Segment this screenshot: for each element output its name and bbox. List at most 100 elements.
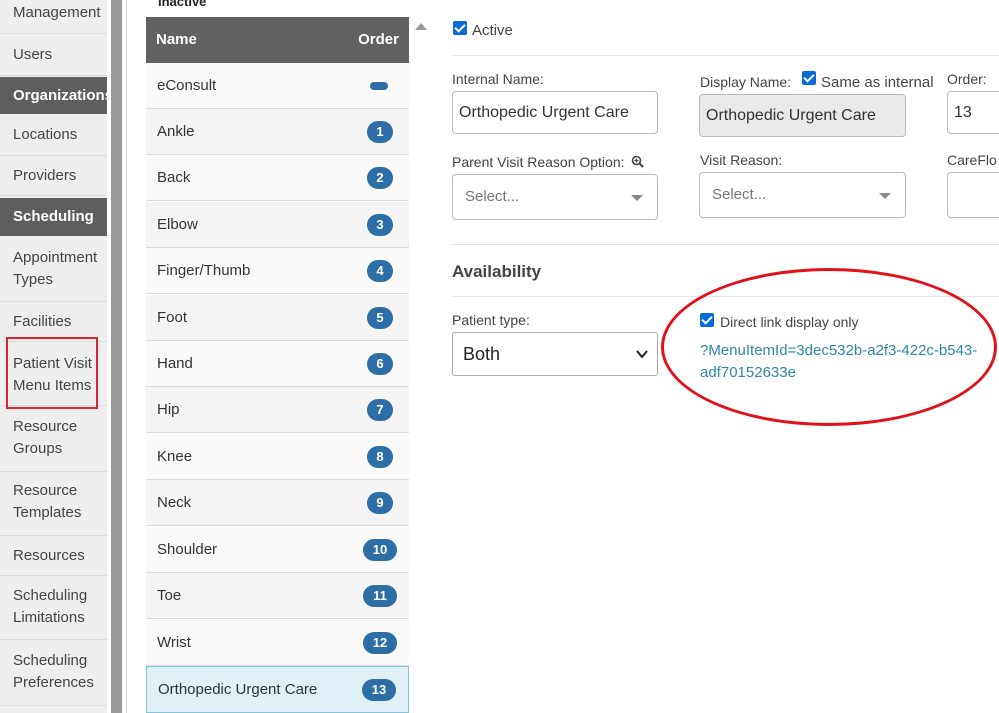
order-input[interactable]: 13	[947, 91, 999, 134]
order-badge: 11	[363, 585, 397, 607]
nav-label: Scheduling Limitations	[13, 587, 88, 626]
order-label: Order:	[947, 71, 987, 87]
nav-item-appointment-types[interactable]: Appointment Types	[0, 236, 107, 302]
internal-name-label: Internal Name:	[452, 71, 544, 87]
nav-label: Providers	[13, 167, 77, 184]
inactive-label: Inactive	[158, 0, 207, 9]
active-checkbox[interactable]	[453, 21, 467, 35]
list-item[interactable]: Hip 7	[146, 387, 409, 433]
parent-visit-reason-label: Parent Visit Reason Option:	[452, 154, 645, 170]
order-badge: 8	[367, 446, 393, 468]
nav-item-management[interactable]: Management	[0, 0, 107, 34]
nav-label: Facilities	[13, 313, 72, 330]
chevron-down-icon	[631, 195, 643, 201]
list-item[interactable]: Elbow 3	[146, 202, 409, 248]
item-name: Orthopedic Urgent Care	[158, 681, 318, 698]
order-badge: 5	[367, 307, 393, 329]
list-item[interactable]: Back 2	[146, 155, 409, 201]
patient-type-select[interactable]: Both	[452, 332, 658, 376]
item-name: Ankle	[157, 123, 195, 140]
item-name: Back	[157, 169, 191, 186]
internal-name-input[interactable]: Orthopedic Urgent Care	[452, 91, 658, 134]
panel-splitter[interactable]	[111, 0, 122, 713]
careflow-select[interactable]	[947, 172, 999, 218]
nav-item-locations[interactable]: Locations	[0, 114, 107, 156]
item-name: Toe	[157, 587, 182, 604]
select-placeholder: Select...	[465, 188, 520, 205]
order-badge: 13	[362, 679, 396, 701]
order-badge: 3	[367, 214, 393, 236]
list-item[interactable]: Ankle 1	[146, 109, 409, 155]
nav-item-scheduling-limitations[interactable]: Scheduling Limitations	[0, 576, 107, 640]
divider	[452, 55, 999, 56]
careflow-label: CareFlo	[947, 152, 997, 168]
list-header: Name Order	[146, 17, 409, 63]
list-item-selected[interactable]: Orthopedic Urgent Care 13	[146, 666, 409, 713]
nav-label: Scheduling Preferences	[13, 652, 94, 691]
list-item[interactable]: Neck 9	[146, 480, 409, 526]
order-badge: 10	[363, 539, 397, 561]
item-name: eConsult	[157, 77, 217, 94]
item-name: Knee	[157, 448, 193, 465]
nav-section-label: Scheduling	[13, 208, 94, 225]
nav-label: Resource Groups	[13, 418, 78, 457]
order-badge: 4	[367, 260, 393, 282]
same-as-internal-checkbox[interactable]	[802, 71, 816, 85]
chevron-down-icon	[636, 350, 648, 359]
nav-item-providers[interactable]: Providers	[0, 156, 107, 196]
item-name: Hand	[157, 355, 193, 372]
select-placeholder: Select...	[712, 186, 767, 203]
item-name: Shoulder	[157, 541, 218, 558]
nav-label: Users	[13, 46, 53, 63]
availability-heading: Availability	[452, 262, 542, 281]
list-item[interactable]: Toe 11	[146, 573, 409, 619]
item-name: Wrist	[157, 634, 191, 651]
parent-visit-reason-select[interactable]: Select...	[452, 174, 658, 220]
zoom-icon[interactable]	[631, 155, 645, 168]
column-header-name[interactable]: Name	[156, 31, 197, 48]
active-label: Active	[472, 22, 513, 39]
list-item[interactable]: Foot 5	[146, 295, 409, 341]
nav-item-resource-templates[interactable]: Resource Templates	[0, 472, 107, 536]
nav-label: Appointment Types	[13, 249, 98, 288]
annotation-ellipse	[661, 268, 997, 426]
order-badge: 2	[367, 167, 393, 189]
column-header-order[interactable]: Order	[358, 31, 399, 48]
item-name: Neck	[157, 494, 192, 511]
item-name: Finger/Thumb	[157, 262, 251, 279]
visit-reason-select[interactable]: Select...	[699, 172, 906, 218]
order-badge: 6	[367, 353, 393, 375]
patient-type-value: Both	[463, 344, 501, 364]
nav-section-label: Organizations	[13, 87, 114, 104]
nav-item-scheduling-preferences[interactable]: Scheduling Preferences	[0, 640, 107, 706]
nav-item-users[interactable]: Users	[0, 34, 107, 76]
order-badge: 1	[367, 121, 393, 143]
list-item[interactable]: Shoulder 10	[146, 527, 409, 573]
divider	[452, 244, 999, 245]
display-name-label: Display Name:	[700, 74, 792, 90]
chevron-down-icon	[879, 193, 891, 199]
nav-label: Resources	[13, 547, 85, 564]
item-name: Elbow	[157, 216, 198, 233]
list-item[interactable]: Knee 8	[146, 434, 409, 480]
left-nav: Management Users Organizations Locations…	[0, 0, 113, 713]
list-item[interactable]: Wrist 12	[146, 620, 409, 666]
list-item[interactable]: Finger/Thumb 4	[146, 248, 409, 294]
nav-label: Management	[13, 4, 101, 21]
display-name-input: Orthopedic Urgent Care	[699, 94, 906, 137]
nav-item-resource-groups[interactable]: Resource Groups	[0, 406, 107, 472]
divider	[126, 0, 127, 713]
nav-section-organizations: Organizations	[0, 77, 113, 114]
item-name: Hip	[157, 401, 180, 418]
list-item[interactable]: eConsult	[146, 63, 409, 109]
nav-section-scheduling: Scheduling	[0, 198, 107, 236]
list-item[interactable]: Hand 6	[146, 341, 409, 387]
nav-item-facilities[interactable]: Facilities	[0, 302, 107, 342]
scroll-up-icon[interactable]	[415, 23, 427, 30]
nav-highlight-box	[6, 337, 98, 409]
nav-item-resources[interactable]: Resources	[0, 536, 107, 576]
item-name: Foot	[157, 309, 188, 326]
same-as-internal-label: Same as internal	[821, 74, 934, 91]
order-badge: 7	[367, 399, 393, 421]
patient-type-label: Patient type:	[452, 312, 530, 328]
